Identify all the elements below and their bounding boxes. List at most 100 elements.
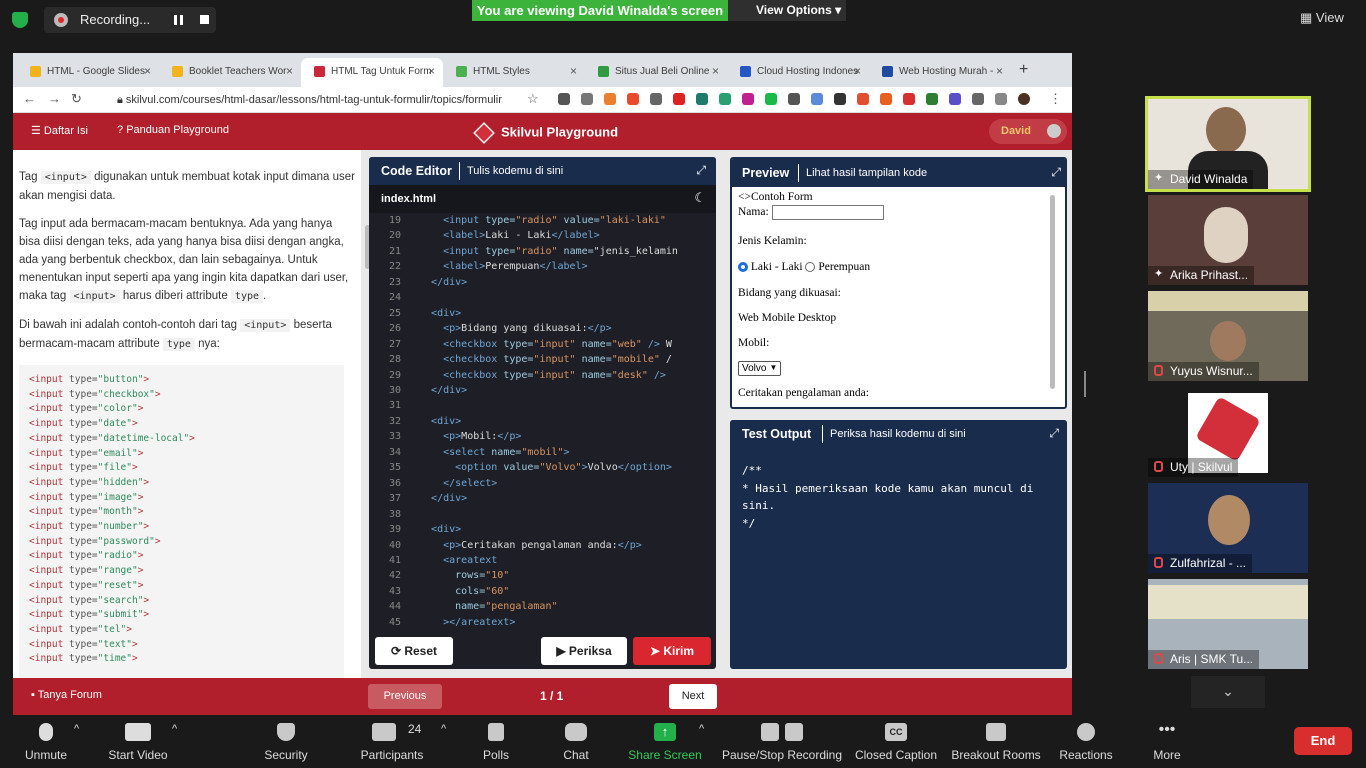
dark-mode-moon-icon[interactable]: ☾ — [694, 190, 706, 206]
breakout-rooms-button[interactable]: Breakout Rooms — [948, 715, 1044, 768]
next-button[interactable]: Next — [669, 684, 717, 709]
view-options-button[interactable]: View Options ▾ — [728, 0, 846, 21]
extension-icon[interactable] — [696, 93, 708, 105]
preview-name-input[interactable] — [771, 205, 884, 220]
view-button[interactable]: ▦ View — [1300, 10, 1344, 26]
unmute-button[interactable]: Unmute — [14, 715, 78, 768]
preview-scrollbar[interactable] — [1050, 195, 1055, 389]
lesson-panel[interactable]: Tag <input> digunakan untuk membuat kota… — [13, 150, 361, 678]
extension-icon[interactable] — [788, 93, 800, 105]
video-tile[interactable]: Yuyus Wisnur... — [1148, 291, 1308, 381]
user-menu[interactable]: David — [989, 119, 1067, 144]
kirim-button[interactable]: ➤ Kirim — [633, 637, 711, 665]
extension-icon[interactable] — [903, 93, 915, 105]
radio-unchecked[interactable] — [805, 262, 816, 273]
extension-icon[interactable] — [604, 93, 616, 105]
close-tab-icon[interactable]: × — [854, 64, 861, 78]
radio-checked[interactable] — [738, 262, 748, 273]
profile-avatar-icon[interactable] — [1018, 93, 1030, 105]
close-tab-icon[interactable]: × — [712, 64, 719, 78]
polls-button[interactable]: Polls — [466, 715, 526, 768]
share-options-chevron-icon[interactable]: ^ — [699, 723, 704, 735]
end-meeting-button[interactable]: End — [1294, 727, 1352, 755]
new-tab-icon[interactable]: + — [1015, 58, 1045, 87]
reload-icon[interactable]: ↻ — [71, 91, 82, 107]
security-shield-icon[interactable] — [12, 12, 28, 28]
participants-options-chevron-icon[interactable]: ^ — [441, 723, 446, 735]
scroll-down-chevron-icon[interactable]: ⌄ — [1191, 676, 1265, 708]
audio-options-chevron-icon[interactable]: ^ — [74, 723, 79, 735]
video-tile[interactable]: Uty | Skilvul — [1148, 387, 1308, 477]
expand-icon[interactable]: ⤢ — [696, 163, 706, 178]
reset-button[interactable]: ⟳ Reset — [375, 637, 453, 665]
extension-icon[interactable] — [926, 93, 938, 105]
extension-icon[interactable] — [880, 93, 892, 105]
close-tab-icon[interactable]: × — [144, 64, 151, 78]
browser-tab[interactable]: Booklet Teachers Wor × — [159, 58, 301, 87]
forward-icon[interactable]: → — [48, 91, 61, 106]
browser-tab[interactable]: Web Hosting Murah - × — [869, 58, 1011, 87]
browser-tab[interactable]: Cloud Hosting Indones × — [727, 58, 869, 87]
pause-stop-recording-button[interactable]: Pause/Stop Recording — [718, 715, 846, 768]
extension-icon[interactable] — [765, 93, 777, 105]
panduan-button[interactable]: ? Panduan Playground — [117, 124, 229, 136]
tab-favicon-icon — [740, 66, 751, 77]
close-tab-icon[interactable]: × — [996, 64, 1003, 78]
extension-icon[interactable] — [857, 93, 869, 105]
skilvul-logo-icon — [473, 122, 495, 144]
browser-tab[interactable]: HTML - Google Slides × — [17, 58, 159, 87]
puzzle-icon[interactable] — [972, 93, 984, 105]
close-tab-icon[interactable]: × — [428, 64, 435, 78]
file-tab-index[interactable]: index.html — [381, 193, 436, 205]
code-text-area[interactable]: <input type="radio" value="laki-laki" <l… — [419, 213, 716, 637]
bookmark-star-icon[interactable]: ☆ — [527, 91, 539, 107]
stop-recording-icon[interactable] — [200, 15, 209, 24]
share-screen-button[interactable]: ↑ Share Screen — [626, 715, 704, 768]
extension-icon[interactable] — [650, 93, 662, 105]
extension-icon[interactable] — [581, 93, 593, 105]
tanya-forum-button[interactable]: ▪ Tanya Forum — [31, 689, 102, 701]
video-tile[interactable]: Aris | SMK Tu... — [1148, 579, 1308, 669]
kebab-menu-icon[interactable]: ⋮ — [1049, 91, 1062, 107]
chat-button[interactable]: Chat — [546, 715, 606, 768]
participant-name: Arika Prihast... — [1148, 266, 1255, 285]
extension-icon[interactable] — [719, 93, 731, 105]
previous-button[interactable]: Previous — [368, 684, 442, 709]
input-type-example: <input type="datetime-local"> — [29, 432, 195, 444]
closed-caption-button[interactable]: CC Closed Caption — [852, 715, 940, 768]
video-options-chevron-icon[interactable]: ^ — [172, 723, 177, 735]
extension-icon[interactable] — [558, 93, 570, 105]
video-tile[interactable]: Arika Prihast... ✦ — [1148, 195, 1308, 285]
preview-car-select[interactable]: Volvo ▼ — [738, 361, 782, 376]
close-tab-icon[interactable]: × — [570, 64, 577, 78]
more-button[interactable]: ••• More — [1136, 715, 1198, 768]
start-video-button[interactable]: Start Video — [102, 715, 174, 768]
extension-icon[interactable] — [811, 93, 823, 105]
close-tab-icon[interactable]: × — [286, 64, 293, 78]
browser-tab-active[interactable]: HTML Tag Untuk Form × — [301, 58, 443, 87]
pause-recording-icon[interactable] — [174, 15, 183, 25]
video-tile[interactable]: Zulfahrizal - ... — [1148, 483, 1308, 573]
extension-icon[interactable] — [834, 93, 846, 105]
back-icon[interactable]: ← — [23, 91, 36, 106]
reactions-button[interactable]: Reactions — [1052, 715, 1120, 768]
line-number: 32 — [388, 415, 401, 427]
input-types-code-block: <input type="button"> <input type="checkb… — [19, 365, 344, 678]
url-field[interactable]: 🔒︎ skilvul.com/courses/html-dasar/lesson… — [105, 90, 545, 110]
extension-icon[interactable] — [949, 93, 961, 105]
security-button[interactable]: Security — [252, 715, 320, 768]
video-tile-active-speaker[interactable]: David Winalda ✦ — [1145, 96, 1311, 192]
brand-logo[interactable]: Skilvul Playground — [473, 122, 618, 144]
extension-icon[interactable] — [627, 93, 639, 105]
browser-tab[interactable]: HTML Styles × — [443, 58, 585, 87]
extension-icon[interactable] — [673, 93, 685, 105]
expand-icon[interactable]: ⤢ — [1051, 165, 1061, 180]
daftar-isi-button[interactable]: ☰ Daftar Isi — [31, 124, 88, 137]
extension-icon[interactable] — [742, 93, 754, 105]
participants-button[interactable]: 24 Participants — [356, 715, 428, 768]
expand-icon[interactable]: ⤢ — [1049, 426, 1059, 441]
panel-resize-handle[interactable] — [1084, 371, 1086, 397]
periksa-button[interactable]: ▶ Periksa — [541, 637, 627, 665]
playlist-icon[interactable] — [995, 93, 1007, 105]
browser-tab[interactable]: Situs Jual Beli Online × — [585, 58, 727, 87]
